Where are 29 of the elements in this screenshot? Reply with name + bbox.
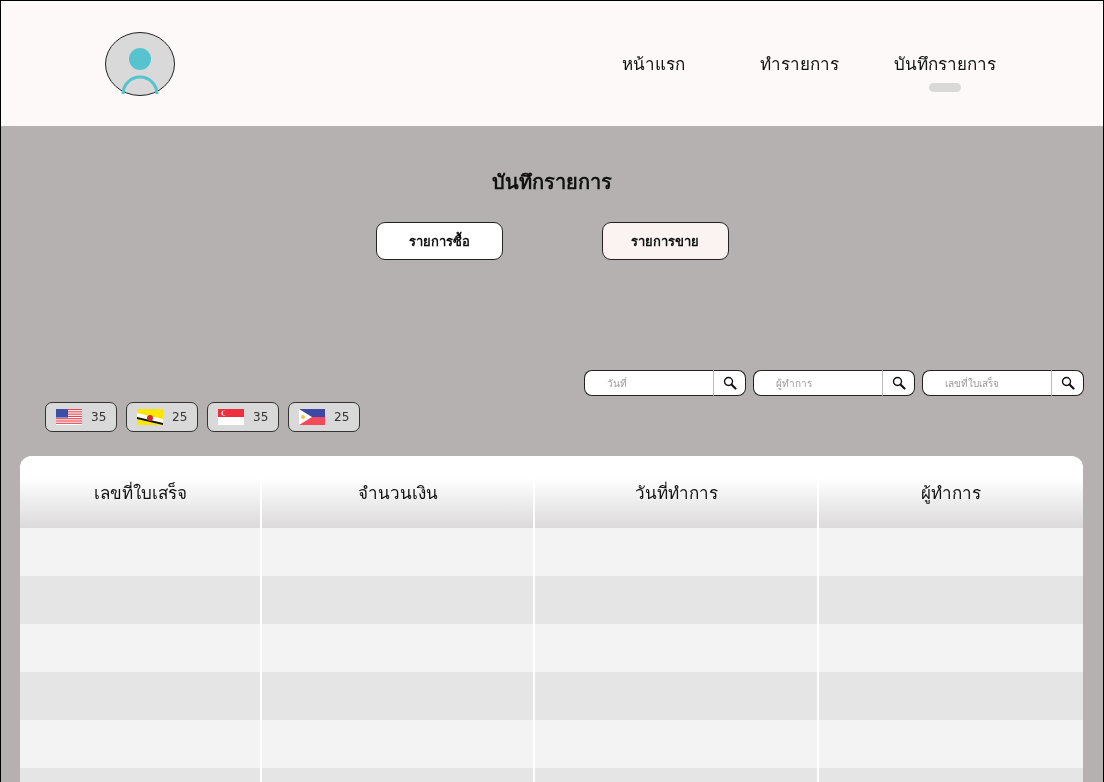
flag-icon [299,409,325,425]
column-header: เลขที่ใบเสร็จ [92,480,188,505]
search-field[interactable]: วันที่ [584,370,714,396]
nav-link[interactable]: ทำรายการ [759,43,839,77]
flag-icon [218,409,244,425]
search-icon [891,376,906,390]
tab[interactable]: รายการซื้อ [375,222,503,260]
search-icon [1060,376,1075,390]
search-button[interactable] [714,370,746,396]
search-field[interactable]: ผู้ทำการ [753,370,883,396]
search-icon [722,376,737,390]
nav-link[interactable]: หน้าแรก [621,43,685,77]
currency-count: 35 [253,410,269,424]
currency-count: 25 [172,410,188,424]
currency-chip[interactable]: 35 [45,402,117,432]
currency-count: 35 [91,410,107,424]
currency-chip[interactable]: 25 [126,402,198,432]
search-button[interactable] [883,370,915,396]
avatar-icon[interactable] [105,31,175,96]
currency-count: 25 [334,410,350,424]
currency-chip[interactable]: 25 [288,402,360,432]
search-button[interactable] [1052,370,1084,396]
flag-icon [56,409,82,425]
page-title: บันทึกรายการ [492,169,612,196]
nav-link[interactable]: บันทึกรายการ [894,43,996,77]
tab[interactable]: รายการขาย [601,222,729,260]
search-field[interactable]: เลขที่ใบเสร็จ [922,370,1052,396]
currency-chip[interactable]: 35 [207,402,279,432]
flag-icon [137,409,163,425]
